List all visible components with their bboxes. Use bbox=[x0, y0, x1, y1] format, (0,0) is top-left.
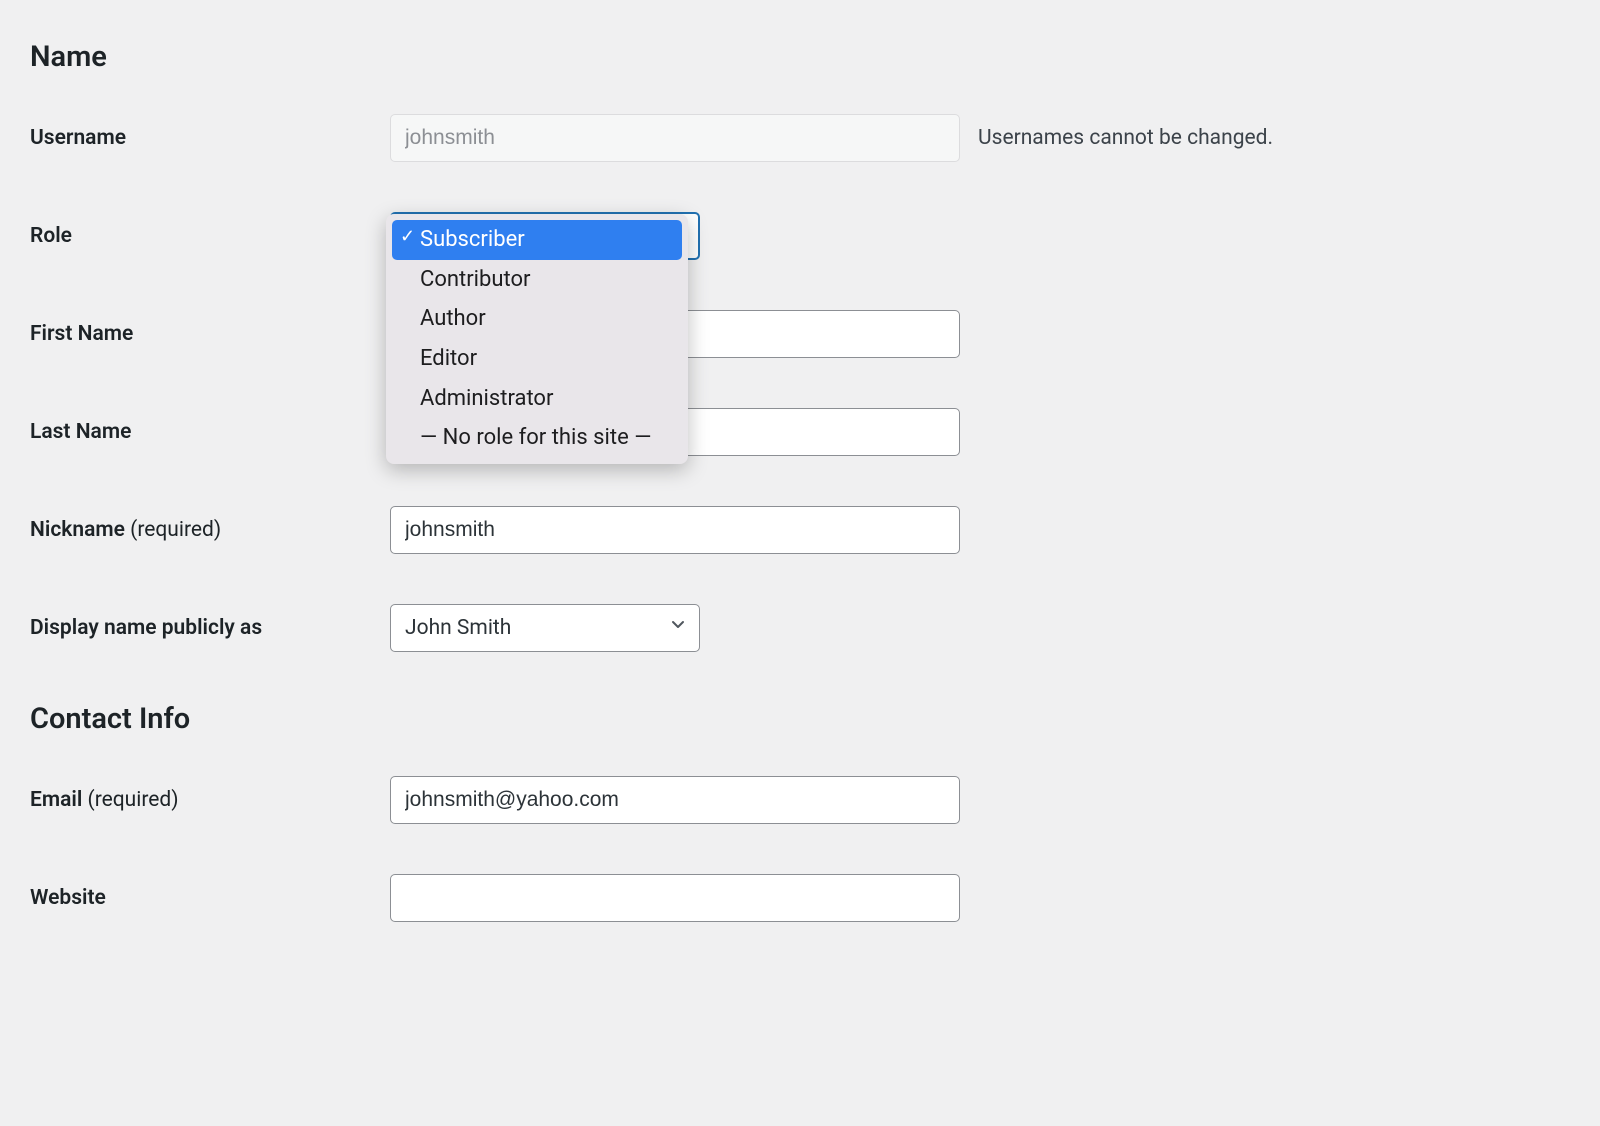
section-heading-contact: Contact Info bbox=[30, 702, 1570, 736]
label-email: Email (required) bbox=[30, 788, 390, 812]
row-first-name: First Name bbox=[30, 310, 1570, 358]
row-last-name: Last Name bbox=[30, 408, 1570, 456]
role-option-contributor[interactable]: Contributor bbox=[392, 260, 682, 300]
row-display-name: Display name publicly as John Smith bbox=[30, 604, 1570, 652]
section-heading-name: Name bbox=[30, 40, 1570, 74]
role-select[interactable]: Subscriber Contributor Author Editor Adm… bbox=[390, 212, 700, 260]
row-nickname: Nickname (required) bbox=[30, 506, 1570, 554]
label-website: Website bbox=[30, 886, 390, 910]
label-username: Username bbox=[30, 126, 390, 150]
label-last-name: Last Name bbox=[30, 420, 390, 444]
username-input bbox=[390, 114, 960, 162]
display-name-value: John Smith bbox=[405, 616, 511, 640]
row-website: Website bbox=[30, 874, 1570, 922]
role-option-editor[interactable]: Editor bbox=[392, 339, 682, 379]
label-nickname: Nickname (required) bbox=[30, 518, 390, 542]
nickname-input[interactable] bbox=[390, 506, 960, 554]
website-input[interactable] bbox=[390, 874, 960, 922]
row-email: Email (required) bbox=[30, 776, 1570, 824]
row-username: Username Usernames cannot be changed. bbox=[30, 114, 1570, 162]
email-input[interactable] bbox=[390, 776, 960, 824]
role-option-subscriber[interactable]: Subscriber bbox=[392, 220, 682, 260]
label-first-name: First Name bbox=[30, 322, 390, 346]
label-role: Role bbox=[30, 224, 390, 248]
role-option-author[interactable]: Author bbox=[392, 299, 682, 339]
display-name-select[interactable]: John Smith bbox=[390, 604, 700, 652]
role-dropdown-menu: Subscriber Contributor Author Editor Adm… bbox=[386, 214, 688, 464]
role-option-administrator[interactable]: Administrator bbox=[392, 379, 682, 419]
label-display-name: Display name publicly as bbox=[30, 616, 390, 640]
row-role: Role Subscriber Contributor Author Edito… bbox=[30, 212, 1570, 260]
username-hint: Usernames cannot be changed. bbox=[978, 126, 1273, 150]
role-option-none[interactable]: — No role for this site — bbox=[392, 418, 682, 458]
